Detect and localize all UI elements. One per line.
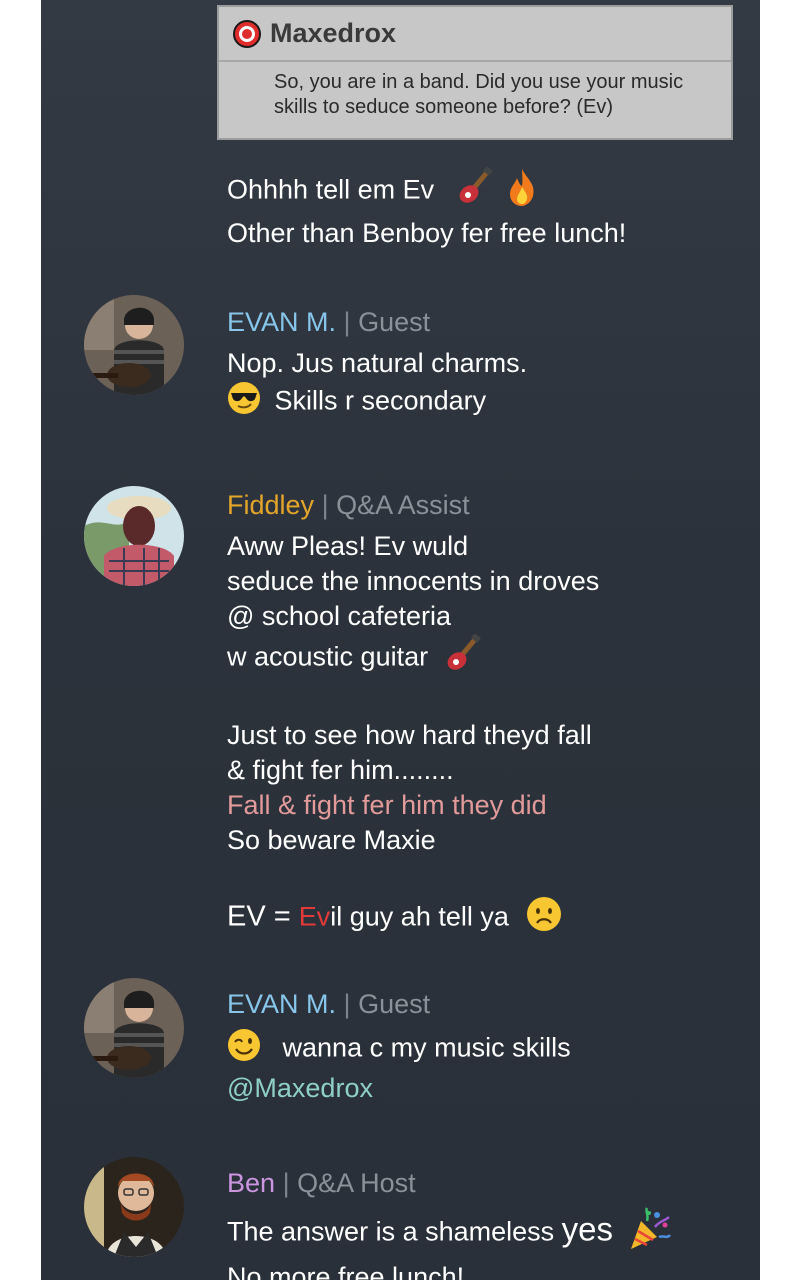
- message-line: No more free lunch!: [227, 1262, 465, 1280]
- message-text-large: yes: [561, 1210, 613, 1248]
- guitar-icon: [444, 633, 484, 683]
- message-line: wanna c my music skills: [227, 1028, 571, 1071]
- avatar[interactable]: [84, 295, 184, 395]
- question-text-line: skills to seduce someone before? (Ev): [274, 96, 614, 118]
- separator: |: [282, 1168, 290, 1198]
- question-card: Maxedrox So, you are in a band. Did you …: [217, 5, 733, 140]
- author-name[interactable]: Fiddley: [227, 490, 314, 520]
- message-fiddley: Fiddley | Q&A Assist Aww Pleas! Ev wuld …: [227, 487, 599, 941]
- message-line: @ school cafeteria: [227, 601, 452, 631]
- message-text-highlight: Ev: [298, 901, 331, 932]
- author-role: Guest: [358, 989, 431, 1019]
- sunglasses-face-icon: [227, 381, 261, 424]
- mention-link[interactable]: @Maxedrox: [227, 1071, 571, 1106]
- message-line: Nop. Jus natural charms.: [227, 348, 528, 378]
- message-line: Other than Benboy fer free lunch!: [227, 218, 627, 248]
- message-header: Ben | Q&A Host: [227, 1165, 671, 1201]
- avatar[interactable]: [84, 486, 184, 586]
- message-line: Fall & fight fer him they did: [227, 790, 547, 820]
- winking-face-icon: [227, 1028, 261, 1071]
- message-text: Ohhhh tell em Ev: [227, 174, 435, 205]
- question-author: Maxedrox: [270, 18, 397, 48]
- frowning-face-icon: [526, 896, 562, 941]
- message-line: Ohhhh tell em Ev: [227, 166, 626, 216]
- message-continuation: Ohhhh tell em Ev Other than Benboy fer f…: [227, 166, 627, 251]
- avatar[interactable]: [84, 1157, 184, 1257]
- message-text: EV =: [227, 900, 299, 933]
- question-logo-icon: [233, 19, 261, 48]
- question-header: Maxedrox: [219, 7, 731, 62]
- message-evan: EVAN M. | Guest wanna c my music skills …: [227, 986, 571, 1106]
- message-line: EV = Evil guy ah tell ya: [227, 896, 599, 941]
- author-name[interactable]: EVAN M.: [227, 989, 336, 1019]
- separator: |: [343, 989, 351, 1019]
- message-text: il guy ah tell ya: [330, 901, 509, 932]
- fire-icon: [505, 167, 539, 216]
- message-text: Skills r secondary: [274, 385, 487, 416]
- question-text: So, you are in a band. Did you use your …: [219, 62, 731, 120]
- author-role: Guest: [358, 307, 431, 337]
- message-ben: Ben | Q&A Host The answer is a shameless…: [227, 1165, 671, 1280]
- message-line: Just to see how hard theyd fall: [227, 720, 592, 750]
- author-role: Q&A Assist: [336, 490, 470, 520]
- message-line: w acoustic guitar: [227, 633, 599, 683]
- message-line: So beware Maxie: [227, 825, 436, 855]
- chat-panel: Maxedrox So, you are in a band. Did you …: [41, 0, 760, 1280]
- message-line: Skills r secondary: [227, 381, 527, 424]
- message-line: & fight fer him........: [227, 755, 454, 785]
- message-text: wanna c my music skills: [282, 1032, 571, 1063]
- message-line: seduce the innocents in droves: [227, 566, 600, 596]
- message-text: The answer is a shameless: [227, 1216, 562, 1247]
- message-evan: EVAN M. | Guest Nop. Jus natural charms.…: [227, 304, 527, 424]
- author-name[interactable]: Ben: [227, 1168, 275, 1198]
- separator: |: [343, 307, 351, 337]
- message-line: The answer is a shameless yes: [227, 1207, 671, 1260]
- message-header: Fiddley | Q&A Assist: [227, 487, 599, 523]
- guitar-icon: [456, 166, 496, 216]
- question-text-line: So, you are in a band. Did you use your …: [274, 71, 684, 93]
- avatar[interactable]: [84, 978, 184, 1078]
- author-name[interactable]: EVAN M.: [227, 307, 336, 337]
- message-header: EVAN M. | Guest: [227, 304, 527, 340]
- separator: |: [321, 490, 329, 520]
- party-popper-icon: [627, 1207, 671, 1260]
- message-text: w acoustic guitar: [227, 641, 429, 672]
- message-header: EVAN M. | Guest: [227, 986, 571, 1022]
- author-role: Q&A Host: [297, 1168, 416, 1198]
- message-line: Aww Pleas! Ev wuld: [227, 531, 469, 561]
